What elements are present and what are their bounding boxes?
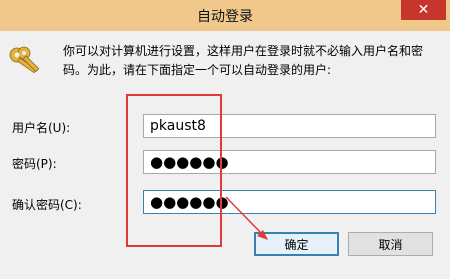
- keys-icon: [9, 46, 40, 74]
- close-button[interactable]: ✕: [401, 0, 446, 20]
- annotation-highlight-box: [126, 94, 222, 247]
- ok-button[interactable]: 确定: [254, 232, 339, 256]
- auto-login-dialog: 自动登录 ✕ 你可以对计算机进行设置，这样用户在登录时就不必输入用户名和密码。为…: [0, 0, 450, 279]
- password-label: 密码(P):: [12, 157, 57, 171]
- cancel-button[interactable]: 取消: [348, 232, 433, 256]
- close-icon: ✕: [417, 2, 430, 18]
- username-label: 用户名(U):: [12, 121, 71, 135]
- title-bar[interactable]: 自动登录 ✕: [0, 0, 450, 31]
- window-title: 自动登录: [197, 9, 253, 25]
- dialog-body: 你可以对计算机进行设置，这样用户在登录时就不必输入用户名和密码。为此，请在下面指…: [0, 31, 450, 279]
- confirm-password-label: 确认密码(C):: [12, 198, 82, 212]
- description-text: 你可以对计算机进行设置，这样用户在登录时就不必输入用户名和密码。为此，请在下面指…: [63, 44, 424, 77]
